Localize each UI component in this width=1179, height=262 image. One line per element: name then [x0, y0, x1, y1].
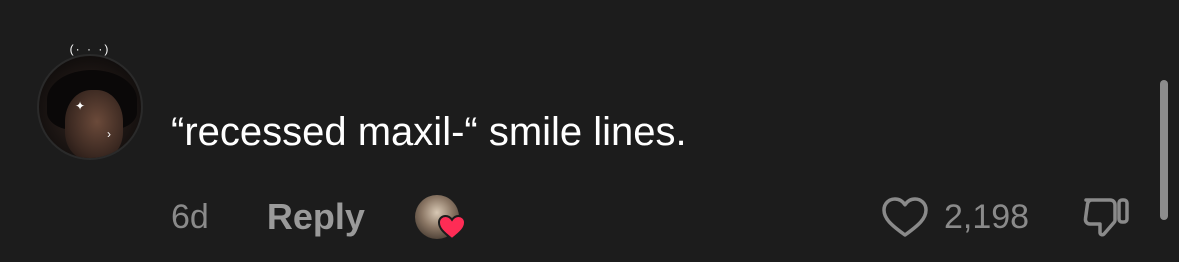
scrollbar[interactable]: [1160, 80, 1168, 220]
comment-item: ✦ › (· · ·) “recessed maxil-“ smile line…: [0, 0, 1179, 262]
comment-meta: 6d Reply: [171, 192, 467, 242]
like-count: 2,198: [944, 197, 1030, 236]
avatar-caption: (· · ·): [69, 42, 111, 56]
comment-text: “recessed maxil-“ smile lines.: [171, 110, 687, 154]
sparkle-icon: ✦: [75, 99, 86, 113]
commenter-avatar[interactable]: ✦ ›: [37, 54, 143, 160]
sparkle-icon: ›: [107, 127, 111, 141]
heart-outline-icon[interactable]: [880, 195, 930, 239]
reply-button[interactable]: Reply: [267, 196, 365, 238]
like-control[interactable]: 2,198: [880, 192, 1029, 242]
thumbs-down-icon[interactable]: [1080, 192, 1132, 242]
heart-filled-icon: [437, 214, 466, 241]
avatar-face: [65, 90, 123, 158]
comment-timestamp: 6d: [171, 197, 209, 236]
creator-liked-badge: [414, 193, 467, 241]
